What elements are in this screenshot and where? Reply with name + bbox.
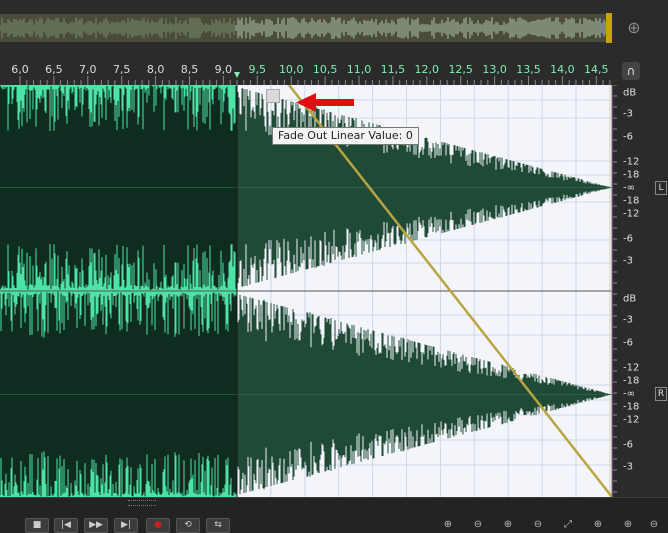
db-label: -∞	[623, 388, 635, 400]
zoom-out-amplitude-icon[interactable]: ⊖	[470, 518, 486, 531]
db-label: -12	[623, 208, 640, 220]
fade-tooltip: Fade Out Linear Value: 0	[272, 127, 419, 145]
db-label: -6	[623, 233, 633, 245]
ruler-label: 9,0	[214, 63, 233, 76]
overview-view-handle[interactable]	[606, 13, 612, 43]
overview-waveform[interactable]	[0, 14, 612, 42]
db-label: -18	[623, 195, 640, 207]
timeline-ruler[interactable]: 6,0 6,5 7,0 7,5 8,0 8,5 9,0 9,5 10,0 10,5 11,0 11,5…	[0, 58, 668, 86]
channel-label[interactable]: R	[655, 387, 667, 401]
ruler-label: 6,5	[45, 63, 63, 76]
ruler-label: 7,5	[112, 63, 131, 76]
ruler-label: 8,5	[180, 63, 199, 76]
db-label: -12	[623, 362, 640, 374]
db-label: -3	[623, 461, 633, 473]
ruler-label: 10,0	[278, 63, 304, 76]
resize-grip[interactable]	[128, 500, 156, 506]
zoom-in-time-icon[interactable]: ⊕	[500, 518, 516, 531]
ruler-label: 12,0	[414, 63, 440, 76]
fade-out-handle[interactable]	[266, 89, 280, 103]
ruler-label: 13,5	[516, 63, 541, 76]
ruler-label: 7,0	[79, 63, 97, 76]
db-header: dB	[623, 87, 637, 99]
channel-label[interactable]: L	[655, 181, 667, 195]
db-label: -3	[623, 255, 633, 267]
zoom-out-time-icon[interactable]: ⊖	[530, 518, 546, 531]
db-header: dB	[623, 293, 637, 305]
ruler-label: 14,5	[584, 63, 609, 76]
db-scale: dB -3 -6 -12 -18 -∞ -18 -12 -6 -3 LdB -3 -6 -12 -18 -∞ -…	[612, 85, 668, 497]
db-label: -∞	[623, 182, 635, 194]
ruler-label: 14,0	[550, 63, 575, 76]
db-label: -3	[623, 314, 633, 326]
zoom-icon[interactable]: ⊕	[624, 18, 644, 38]
annotation-arrow	[314, 99, 354, 106]
db-label: -12	[623, 156, 640, 168]
zoom-out-icon[interactable]: ⊖	[646, 518, 662, 531]
db-label: -18	[623, 375, 640, 387]
ruler-label: 6,0	[11, 63, 29, 76]
db-label: -6	[623, 337, 633, 349]
db-label: -6	[623, 131, 633, 143]
zoom-selection-icon[interactable]: ⊕	[590, 518, 606, 531]
db-label: -3	[623, 108, 633, 120]
zoom-in-amplitude-icon[interactable]: ⊕	[440, 518, 456, 531]
ruler-label: 11,5	[380, 63, 406, 76]
ruler-label: 11,0	[346, 63, 372, 76]
ruler-label: 9,5	[248, 63, 267, 76]
waveform-editor[interactable]	[0, 85, 612, 497]
ruler-label: 10,5	[312, 63, 338, 76]
magnet-icon[interactable]: ∩	[622, 62, 640, 80]
db-label: -12	[623, 414, 640, 426]
db-label: -6	[623, 439, 633, 451]
zoom-full-icon[interactable]: ⤢	[560, 518, 576, 531]
ruler-label: 12,5	[448, 63, 473, 76]
ruler-label: 8,0	[146, 63, 165, 76]
zoom-in-icon[interactable]: ⊕	[620, 518, 636, 531]
overview-panel[interactable]: ⊕	[0, 0, 668, 58]
ruler-label: 13,0	[482, 63, 507, 76]
db-label: -18	[623, 401, 640, 413]
db-label: -18	[623, 169, 640, 181]
